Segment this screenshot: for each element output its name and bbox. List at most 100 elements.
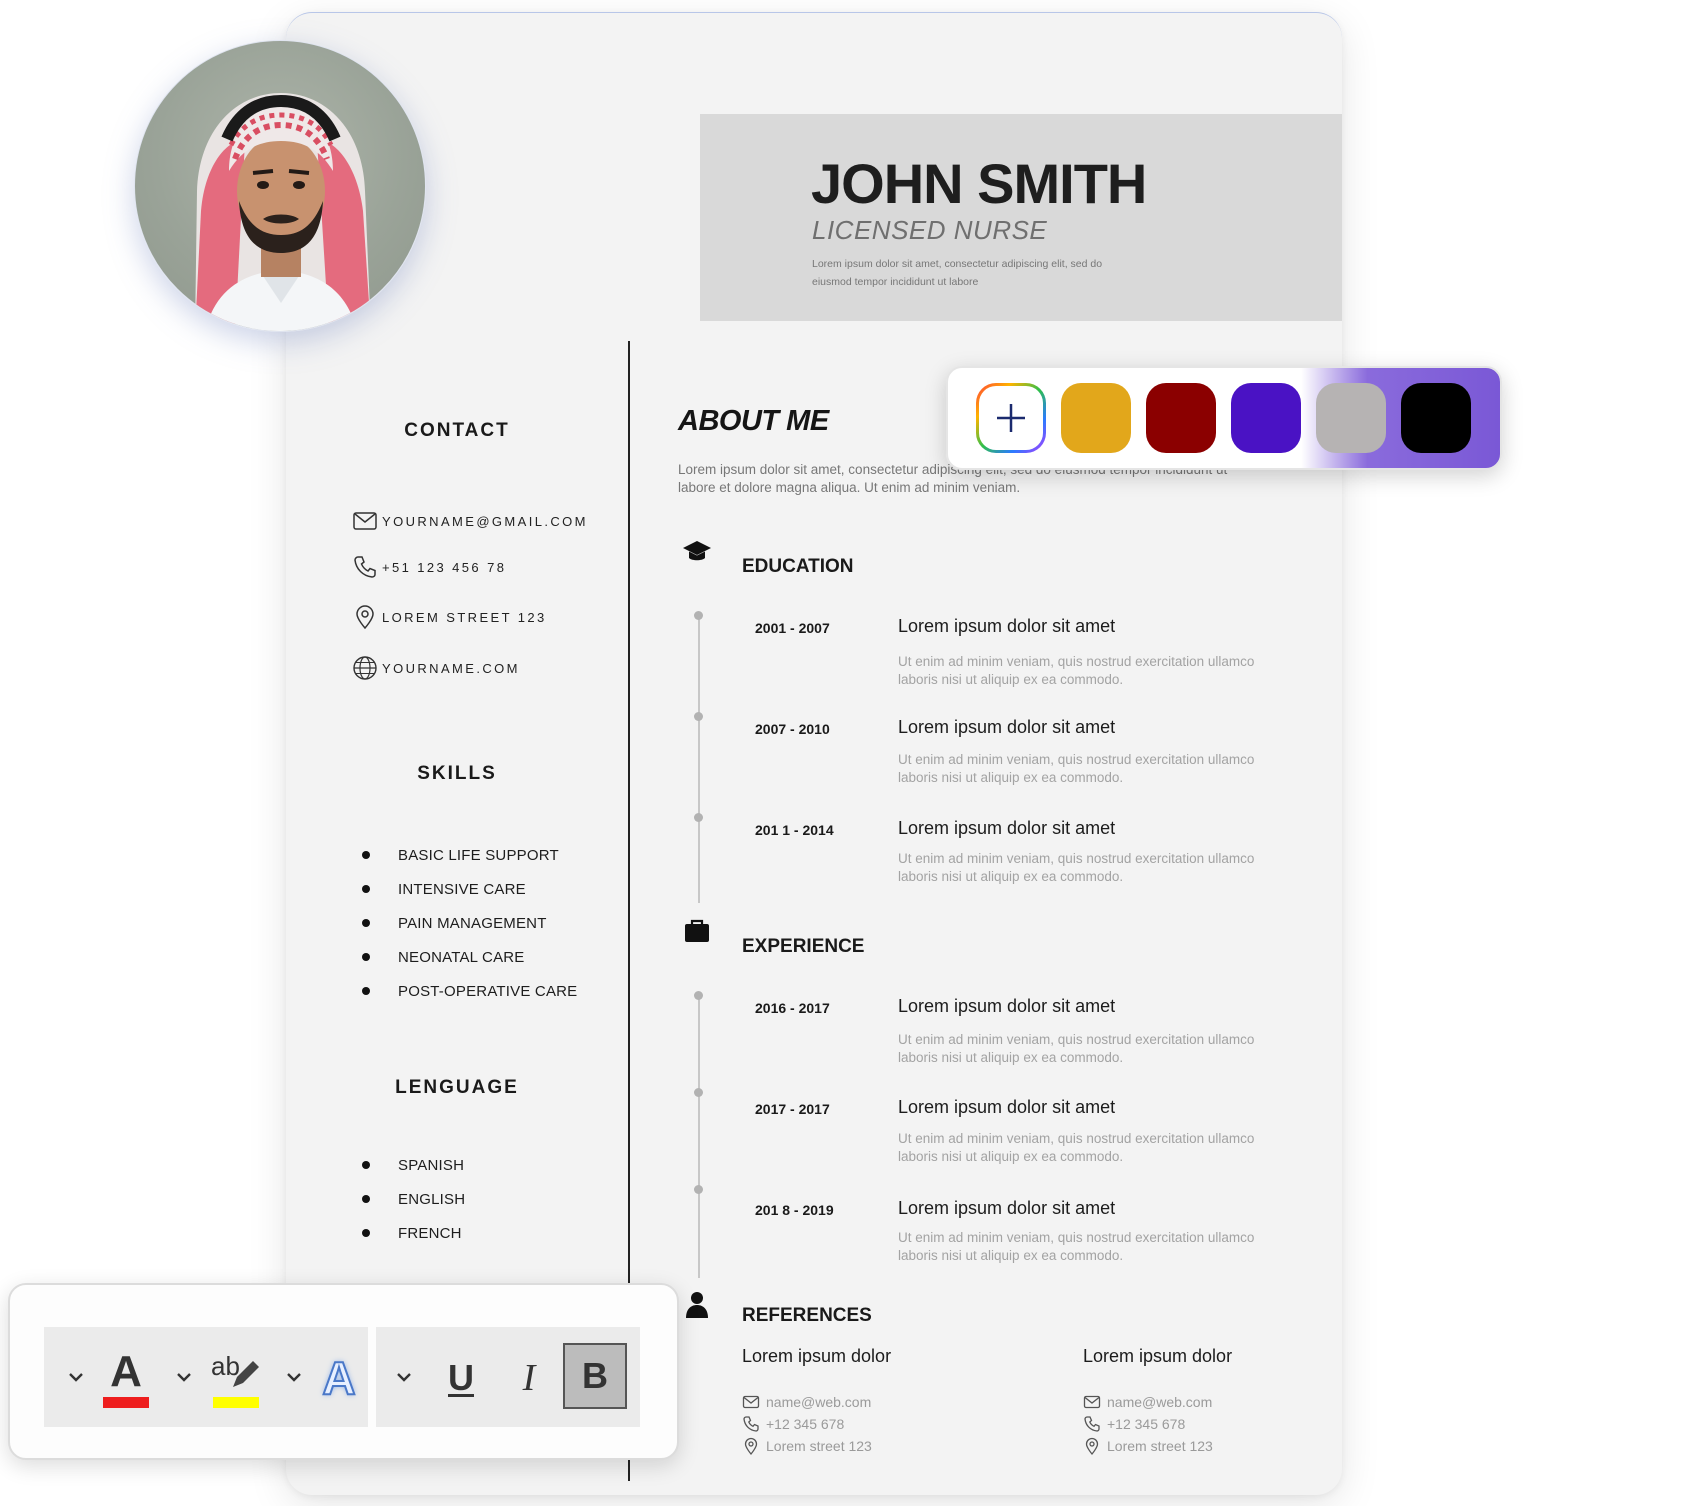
experience-desc[interactable]: Ut enim ad minim veniam, quis nostrud ex… bbox=[898, 1229, 1258, 1265]
chevron-down-icon bbox=[69, 1373, 83, 1382]
profile-photo[interactable] bbox=[134, 40, 426, 332]
underline-glyph: U bbox=[448, 1357, 474, 1398]
experience-years[interactable]: 2016 - 2017 bbox=[755, 1000, 830, 1016]
education-heading[interactable]: Lorem ipsum dolor sit amet bbox=[898, 717, 1115, 738]
resume-name[interactable]: JOHN SMITH bbox=[811, 151, 1147, 216]
timeline-dot bbox=[694, 1185, 703, 1194]
language-item[interactable]: FRENCH bbox=[362, 1223, 462, 1243]
location-pin-icon bbox=[744, 1437, 758, 1455]
skill-item[interactable]: INTENSIVE CARE bbox=[362, 879, 526, 899]
phone-icon bbox=[743, 1416, 759, 1432]
header-description[interactable]: Lorem ipsum dolor sit amet, consectetur … bbox=[812, 255, 1142, 291]
contact-phone: +51 123 456 78 bbox=[382, 559, 507, 575]
italic-button[interactable]: I bbox=[504, 1349, 554, 1407]
education-years[interactable]: 201 1 - 2014 bbox=[755, 822, 834, 838]
skill-item[interactable]: PAIN MANAGEMENT bbox=[362, 913, 547, 933]
education-desc[interactable]: Ut enim ad minim veniam, quis nostrud ex… bbox=[898, 850, 1258, 886]
reference-name[interactable]: Lorem ipsum dolor bbox=[1083, 1346, 1232, 1367]
reference-address[interactable]: Lorem street 123 bbox=[1083, 1436, 1213, 1456]
reference-phone[interactable]: +12 345 678 bbox=[742, 1414, 844, 1434]
contact-website: YOURNAME.COM bbox=[382, 660, 520, 676]
add-color-button[interactable] bbox=[976, 383, 1046, 453]
timeline-dot bbox=[694, 712, 703, 721]
color-swatch-dark-red[interactable] bbox=[1146, 383, 1216, 453]
text-effects-glyph: A bbox=[321, 1351, 356, 1405]
experience-desc[interactable]: Ut enim ad minim veniam, quis nostrud ex… bbox=[898, 1130, 1258, 1166]
text-effects-button[interactable]: A bbox=[314, 1347, 364, 1409]
mail-icon bbox=[353, 512, 377, 530]
bold-glyph: B bbox=[582, 1355, 608, 1396]
highlighter-icon: ab bbox=[211, 1351, 261, 1393]
contact-title[interactable]: CONTACT bbox=[286, 420, 628, 442]
bullet bbox=[362, 987, 370, 995]
contact-phone-row[interactable]: +51 123 456 78 bbox=[352, 552, 506, 582]
reference-name[interactable]: Lorem ipsum dolor bbox=[742, 1346, 891, 1367]
education-title[interactable]: EDUCATION bbox=[742, 556, 854, 578]
reference-email[interactable]: name@web.com bbox=[742, 1392, 871, 1412]
education-heading[interactable]: Lorem ipsum dolor sit amet bbox=[898, 818, 1115, 839]
color-swatch-gold[interactable] bbox=[1061, 383, 1131, 453]
color-swatch-indigo[interactable] bbox=[1231, 383, 1301, 453]
skill-item[interactable]: BASIC LIFE SUPPORT bbox=[362, 845, 559, 865]
timeline-dot bbox=[694, 813, 703, 822]
references-title[interactable]: REFERENCES bbox=[742, 1305, 872, 1327]
bullet bbox=[362, 919, 370, 927]
font-color-dropdown[interactable] bbox=[56, 1355, 96, 1399]
color-swatch-gray[interactable] bbox=[1316, 383, 1386, 453]
reference-phone[interactable]: +12 345 678 bbox=[1083, 1414, 1185, 1434]
skill-item[interactable]: NEONATAL CARE bbox=[362, 947, 525, 967]
language-item[interactable]: SPANISH bbox=[362, 1155, 464, 1175]
text-effects-dropdown[interactable] bbox=[274, 1355, 314, 1399]
location-pin-icon bbox=[356, 605, 374, 630]
reference-address[interactable]: Lorem street 123 bbox=[742, 1436, 872, 1456]
reference-email-text: name@web.com bbox=[1107, 1394, 1213, 1410]
font-color-indicator bbox=[103, 1396, 149, 1408]
color-swatch-black[interactable] bbox=[1401, 383, 1471, 453]
contact-email-row[interactable]: YOURNAME@GMAIL.COM bbox=[352, 506, 588, 536]
contact-website-row[interactable]: YOURNAME.COM bbox=[352, 653, 520, 683]
text-formatting-toolbar: A ab A U I B bbox=[8, 1283, 679, 1460]
about-title[interactable]: ABOUT ME bbox=[678, 405, 829, 438]
resume-job-title[interactable]: LICENSED NURSE bbox=[812, 215, 1047, 246]
experience-heading[interactable]: Lorem ipsum dolor sit amet bbox=[898, 1097, 1115, 1118]
language-title[interactable]: LENGUAGE bbox=[286, 1077, 628, 1099]
reference-email-text: name@web.com bbox=[766, 1394, 872, 1410]
education-years[interactable]: 2001 - 2007 bbox=[755, 620, 830, 636]
education-desc[interactable]: Ut enim ad minim veniam, quis nostrud ex… bbox=[898, 751, 1258, 787]
experience-heading[interactable]: Lorem ipsum dolor sit amet bbox=[898, 1198, 1115, 1219]
experience-years[interactable]: 2017 - 2017 bbox=[755, 1101, 830, 1117]
experience-years[interactable]: 201 8 - 2019 bbox=[755, 1202, 834, 1218]
experience-timeline bbox=[698, 995, 700, 1278]
experience-heading[interactable]: Lorem ipsum dolor sit amet bbox=[898, 996, 1115, 1017]
skill-item[interactable]: POST-OPERATIVE CARE bbox=[362, 981, 577, 1001]
skills-title[interactable]: SKILLS bbox=[286, 763, 628, 785]
experience-desc[interactable]: Ut enim ad minim veniam, quis nostrud ex… bbox=[898, 1031, 1258, 1067]
font-color-button[interactable]: A bbox=[96, 1343, 156, 1415]
graduation-cap-icon bbox=[683, 541, 711, 561]
briefcase-icon bbox=[685, 919, 709, 942]
skill-label: INTENSIVE CARE bbox=[398, 880, 526, 898]
timeline-dot bbox=[694, 611, 703, 620]
reference-address-text: Lorem street 123 bbox=[766, 1438, 872, 1454]
bullet bbox=[362, 885, 370, 893]
highlight-button[interactable]: ab bbox=[206, 1343, 266, 1415]
highlight-color-indicator bbox=[213, 1396, 259, 1408]
highlight-color-dropdown[interactable] bbox=[164, 1355, 204, 1399]
experience-title[interactable]: EXPERIENCE bbox=[742, 936, 864, 958]
education-desc[interactable]: Ut enim ad minim veniam, quis nostrud ex… bbox=[898, 653, 1258, 689]
education-years[interactable]: 2007 - 2010 bbox=[755, 721, 830, 737]
bullet bbox=[362, 851, 370, 859]
style-options-dropdown[interactable] bbox=[384, 1355, 424, 1399]
skill-label: NEONATAL CARE bbox=[398, 948, 525, 966]
mail-icon bbox=[1083, 1395, 1101, 1409]
language-item[interactable]: ENGLISH bbox=[362, 1189, 465, 1209]
reference-phone-text: +12 345 678 bbox=[1107, 1416, 1186, 1432]
underline-button[interactable]: U bbox=[436, 1349, 486, 1407]
contact-address-row[interactable]: LOREM STREET 123 bbox=[352, 602, 547, 632]
reference-email[interactable]: name@web.com bbox=[1083, 1392, 1212, 1412]
timeline-dot bbox=[694, 991, 703, 1000]
skill-label: POST-OPERATIVE CARE bbox=[398, 982, 578, 1000]
education-heading[interactable]: Lorem ipsum dolor sit amet bbox=[898, 616, 1115, 637]
education-timeline bbox=[698, 615, 700, 903]
bold-button[interactable]: B bbox=[563, 1343, 627, 1409]
